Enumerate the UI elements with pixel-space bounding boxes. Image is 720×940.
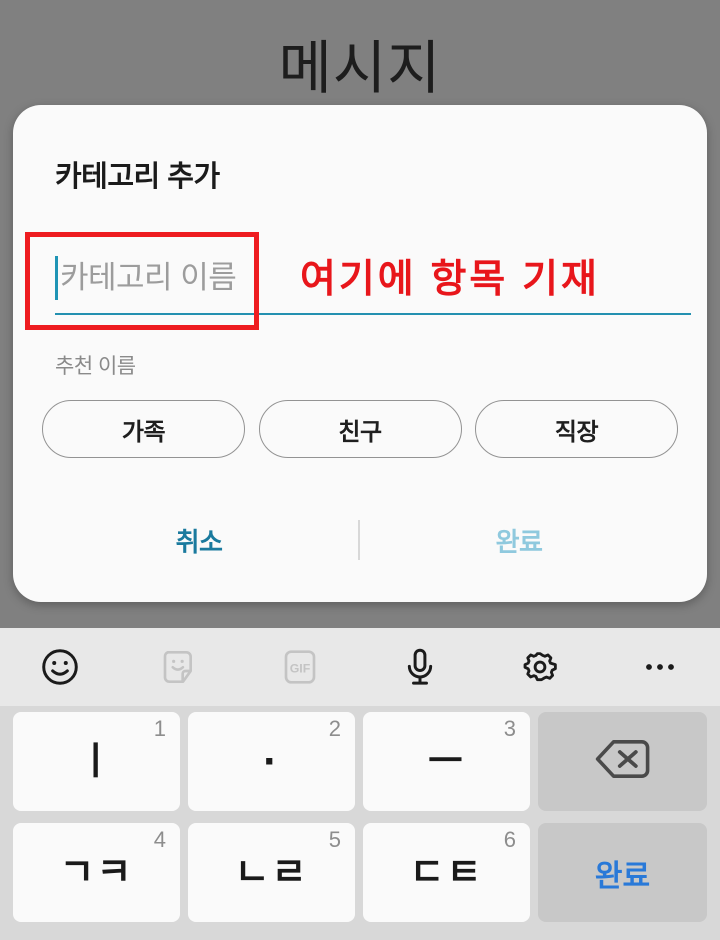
keyboard-settings-button[interactable]	[480, 628, 600, 706]
dialog-title: 카테고리 추가	[55, 161, 220, 193]
suggestion-chip-family[interactable]: 가족	[42, 400, 245, 458]
input-underline	[55, 313, 691, 315]
cancel-button[interactable]: 취소	[49, 505, 349, 575]
key-number: 5	[328, 827, 341, 852]
key-glyph: ㄷㅌ	[409, 851, 484, 894]
on-screen-keyboard: GIF ㅣ 1 · 2 ㅡ 3 ㄱㅋ 4 ㄴㄹ 5 ㄷㅌ 6 완료	[0, 628, 720, 940]
dialog-action-row: 취소 완료	[13, 505, 707, 575]
key-backspace[interactable]	[538, 712, 707, 811]
key-glyph: ㅡ	[428, 740, 465, 783]
annotation-text: 여기에 항목 기재	[300, 258, 600, 301]
emoji-button[interactable]	[0, 628, 120, 706]
gif-button[interactable]: GIF	[240, 628, 360, 706]
keyboard-keys: ㅣ 1 · 2 ㅡ 3 ㄱㅋ 4 ㄴㄹ 5 ㄷㅌ 6 완료	[0, 706, 720, 940]
gif-icon: GIF	[280, 647, 320, 687]
microphone-icon	[399, 646, 441, 688]
svg-text:GIF: GIF	[290, 661, 311, 675]
more-options-icon	[640, 647, 680, 687]
add-category-dialog: 카테고리 추가 카테고리 이름 추천 이름 가족 친구 직장 취소 완료	[13, 105, 707, 602]
voice-input-button[interactable]	[360, 628, 480, 706]
done-button-label: 완료	[495, 526, 543, 557]
keyboard-row-2: ㄱㅋ 4 ㄴㄹ 5 ㄷㅌ 6 완료	[0, 817, 720, 928]
sticker-button[interactable]	[120, 628, 240, 706]
emoji-icon	[39, 646, 81, 688]
app-title: 메시지	[278, 36, 442, 101]
keyboard-row-1: ㅣ 1 · 2 ㅡ 3	[0, 706, 720, 817]
key-vowel-eu[interactable]: ㅡ 3	[363, 712, 530, 811]
cancel-button-label: 취소	[175, 526, 223, 557]
suggestion-section-label: 추천 이름	[55, 355, 136, 378]
backspace-icon	[593, 737, 653, 786]
category-name-placeholder: 카테고리 이름	[60, 260, 237, 295]
suggestion-chip-friend[interactable]: 친구	[258, 400, 462, 458]
key-glyph: 완료	[594, 859, 651, 893]
sticker-icon	[160, 647, 200, 687]
key-consonant-n-r[interactable]: ㄴㄹ 5	[188, 823, 355, 922]
key-consonant-g-k[interactable]: ㄱㅋ 4	[13, 823, 180, 922]
key-glyph: ㄱㅋ	[59, 851, 134, 894]
more-options-button[interactable]	[600, 628, 720, 706]
key-enter-done[interactable]: 완료	[538, 823, 707, 922]
key-glyph: ㄴㄹ	[234, 851, 309, 894]
key-number: 4	[153, 827, 166, 852]
key-number: 1	[153, 716, 166, 741]
key-glyph: ·	[263, 736, 280, 786]
keyboard-toolbar: GIF	[0, 628, 720, 706]
suggestion-chip-row: 가족 친구 직장	[42, 400, 678, 458]
chip-label: 친구	[338, 418, 382, 446]
chip-label: 직장	[554, 418, 599, 446]
settings-gear-icon	[519, 646, 561, 688]
action-divider	[358, 520, 360, 560]
key-vowel-i[interactable]: ㅣ 1	[13, 712, 180, 811]
key-number: 3	[503, 716, 516, 741]
done-button[interactable]: 완료	[369, 505, 669, 575]
key-glyph: ㅣ	[78, 740, 115, 783]
key-dot[interactable]: · 2	[188, 712, 355, 811]
text-caret	[55, 256, 58, 300]
key-number: 6	[503, 827, 516, 852]
key-number: 2	[328, 716, 341, 741]
suggestion-chip-work[interactable]: 직장	[475, 400, 678, 458]
chip-label: 가족	[121, 418, 166, 446]
key-consonant-d-t[interactable]: ㄷㅌ 6	[363, 823, 530, 922]
